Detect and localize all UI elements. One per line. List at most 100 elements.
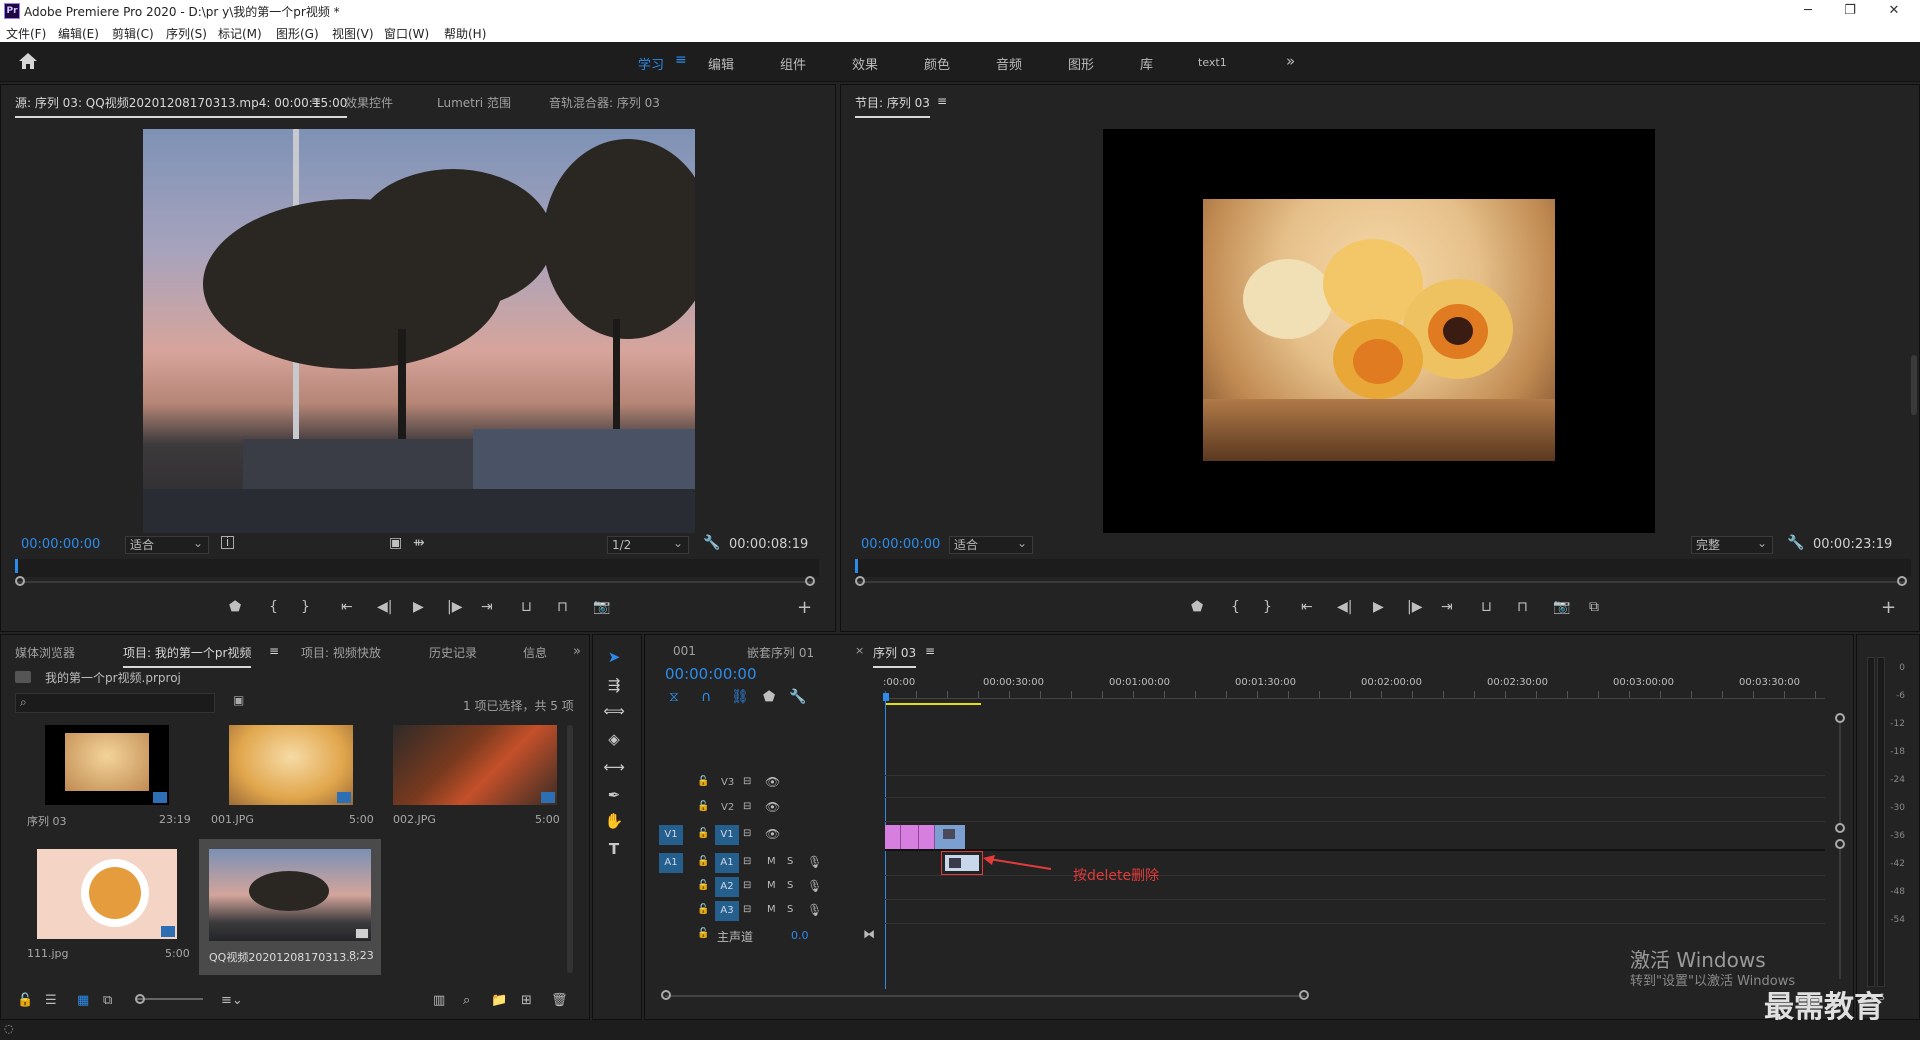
- workspace-assembly[interactable]: 组件: [780, 54, 806, 73]
- project-scrollbar[interactable]: [567, 725, 573, 973]
- trash-icon[interactable]: 🗑: [551, 993, 568, 1008]
- program-timecode[interactable]: 00:00:00:00: [861, 537, 940, 552]
- master-volume-value[interactable]: 0.0: [791, 929, 809, 942]
- source-playhead[interactable]: [15, 559, 18, 573]
- pen-tool-icon[interactable]: ✒: [600, 786, 628, 810]
- wrench-icon[interactable]: 🔧: [703, 535, 720, 551]
- video-scrollbar[interactable]: [1839, 723, 1841, 823]
- source-zoom-bar[interactable]: [17, 581, 813, 583]
- tab-source[interactable]: 源: 序列 03: QQ视频20201208170313.mp4: 00:00:…: [15, 94, 348, 118]
- add-button-icon[interactable]: +: [1881, 597, 1896, 618]
- video-clip[interactable]: [919, 825, 935, 849]
- source-patch-a1[interactable]: A1: [659, 853, 683, 873]
- tab-effect-controls[interactable]: 效果控件: [345, 94, 393, 111]
- eye-icon[interactable]: 👁: [765, 775, 780, 789]
- go-to-in-icon[interactable]: ⇤: [341, 599, 353, 615]
- wrench-icon[interactable]: 🔧: [1787, 535, 1804, 551]
- new-item-icon[interactable]: ⊞: [521, 993, 532, 1008]
- lock-icon[interactable]: 🔓: [697, 828, 709, 839]
- zoom-slider[interactable]: [137, 998, 203, 1000]
- scroll-handle[interactable]: [1835, 839, 1845, 849]
- track-label[interactable]: V3: [721, 777, 734, 788]
- workspace-text1[interactable]: text1: [1198, 56, 1227, 69]
- tab-media-browser[interactable]: 媒体浏览器: [15, 644, 75, 661]
- selection-tool-icon[interactable]: ➤: [600, 648, 628, 672]
- track-label[interactable]: V2: [721, 802, 734, 813]
- lock-icon[interactable]: 🔓: [697, 856, 709, 867]
- eye-icon[interactable]: 👁: [765, 827, 780, 841]
- mark-in-icon[interactable]: {: [269, 599, 278, 615]
- new-bin-icon[interactable]: 📁: [491, 993, 507, 1008]
- tab-lumetri-scopes[interactable]: Lumetri 范围: [437, 94, 511, 111]
- settings-icon[interactable]: i: [221, 536, 234, 549]
- lift-icon[interactable]: ⊔: [1481, 599, 1492, 615]
- timeline-ruler[interactable]: [885, 691, 1825, 699]
- workspace-libraries[interactable]: 库: [1140, 54, 1153, 73]
- track-select-tool-icon[interactable]: ⇶: [600, 676, 628, 700]
- go-to-out-icon[interactable]: ⇥: [1441, 599, 1453, 615]
- zoom-handle-left[interactable]: [15, 576, 25, 586]
- tab-history[interactable]: 历史记录: [429, 644, 477, 661]
- timeline-zoom-bar[interactable]: [665, 995, 1305, 997]
- lock-icon[interactable]: 🔓: [697, 880, 709, 891]
- insert-icon[interactable]: ⊔: [521, 599, 532, 615]
- menu-graphics[interactable]: 图形(G): [276, 25, 319, 42]
- microphone-icon[interactable]: 🎙: [807, 903, 822, 917]
- icon-view-icon[interactable]: ▦: [77, 993, 89, 1008]
- zoom-handle-left[interactable]: [855, 576, 865, 586]
- source-time-ruler[interactable]: [15, 559, 819, 577]
- export-frame-icon[interactable]: 📷: [1553, 599, 1570, 615]
- microphone-icon[interactable]: 🎙: [807, 879, 822, 893]
- workspace-effects[interactable]: 效果: [852, 54, 878, 73]
- overwrite-icon[interactable]: ⊓: [557, 599, 568, 615]
- track-target-v1[interactable]: V1: [715, 825, 739, 845]
- tab-source-menu-icon[interactable]: ≡: [311, 94, 321, 108]
- extract-icon[interactable]: ⊓: [1517, 599, 1528, 615]
- source-video-frame[interactable]: [143, 129, 695, 533]
- mute-button[interactable]: M: [767, 904, 776, 915]
- track-target-a3[interactable]: A3: [715, 901, 739, 921]
- lock-icon[interactable]: 🔓: [697, 904, 709, 915]
- sync-lock-icon[interactable]: ⊟: [743, 904, 751, 915]
- work-area-bar[interactable]: [885, 703, 981, 705]
- lock-icon[interactable]: 🔓: [17, 993, 33, 1008]
- workspace-menu-icon[interactable]: ≡: [675, 52, 687, 68]
- add-marker-icon[interactable]: ⬟: [229, 599, 241, 615]
- program-fit-dropdown[interactable]: 适合: [949, 535, 1033, 554]
- list-view-icon[interactable]: ☰: [45, 993, 57, 1008]
- sort-icon[interactable]: ≡⌄: [221, 993, 243, 1008]
- close-button[interactable]: ✕: [1876, 1, 1912, 21]
- workspace-color[interactable]: 颜色: [924, 54, 950, 73]
- solo-button[interactable]: S: [787, 880, 793, 891]
- thumbnail-111-jpg[interactable]: [37, 849, 177, 939]
- slip-tool-icon[interactable]: ⟷: [600, 758, 628, 782]
- mark-in-icon[interactable]: {: [1231, 599, 1240, 615]
- menu-sequence[interactable]: 序列(S): [166, 25, 207, 42]
- zoom-slider-handle[interactable]: [135, 994, 145, 1004]
- sync-lock-icon[interactable]: ⊟: [743, 776, 751, 787]
- menu-help[interactable]: 帮助(H): [444, 25, 486, 42]
- workspace-audio[interactable]: 音频: [996, 54, 1022, 73]
- sync-lock-icon[interactable]: ⊟: [743, 880, 751, 891]
- play-icon[interactable]: ▶: [1373, 599, 1384, 615]
- program-zoom-bar[interactable]: [857, 581, 1907, 583]
- thumbnail-002-jpg[interactable]: [393, 725, 557, 805]
- lock-icon[interactable]: 🔓: [697, 776, 709, 787]
- minimize-button[interactable]: ─: [1790, 1, 1826, 21]
- drag-video-icon[interactable]: ▣: [389, 535, 402, 551]
- hand-tool-icon[interactable]: ✋: [600, 812, 628, 836]
- add-button-icon[interactable]: +: [797, 597, 812, 618]
- go-to-out-icon[interactable]: ⇥: [481, 599, 493, 615]
- close-tab-icon[interactable]: ×: [855, 644, 864, 657]
- mute-button[interactable]: M: [767, 880, 776, 891]
- workspace-learning[interactable]: 学习: [638, 54, 664, 73]
- tab-timeline-menu-icon[interactable]: ≡: [925, 644, 935, 658]
- export-frame-icon[interactable]: 📷: [593, 599, 610, 615]
- solo-button[interactable]: S: [787, 904, 793, 915]
- project-search-input[interactable]: ⌕: [15, 693, 215, 713]
- scroll-handle[interactable]: [1835, 823, 1845, 833]
- master-channel-icon[interactable]: ⧓: [863, 927, 875, 941]
- compare-view-icon[interactable]: ⧉: [1589, 599, 1599, 615]
- menu-clip[interactable]: 剪辑(C): [112, 25, 154, 42]
- thumbnail-001-jpg[interactable]: [229, 725, 353, 805]
